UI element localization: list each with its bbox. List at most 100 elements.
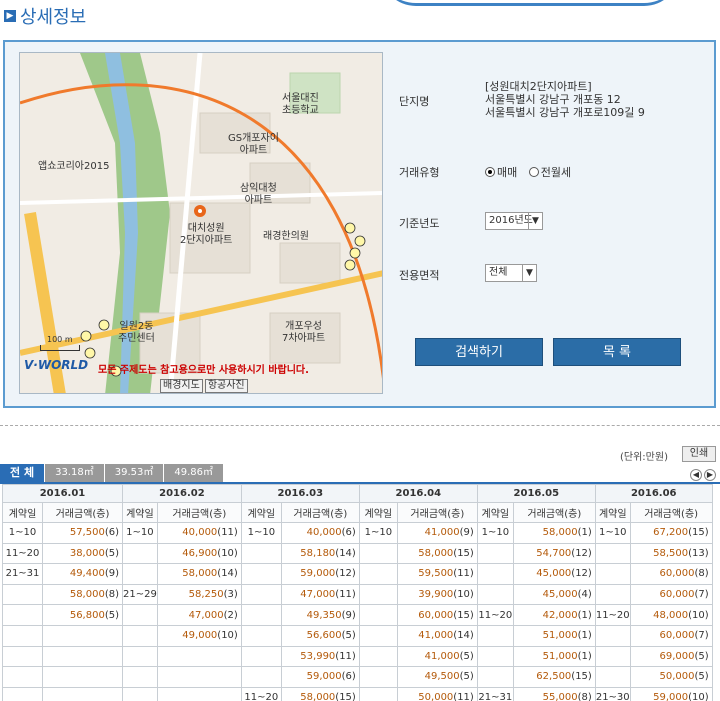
price-value: 50,000 (659, 671, 695, 683)
price-value: 49,500 (424, 671, 460, 683)
table-row: 49,000(10) 56,600(5) 41,000(14) 51,000(1) 60… (2, 624, 713, 647)
page-title: 상세정보 (20, 7, 87, 28)
area-select-value: 전체 (489, 267, 508, 278)
deal-amount: 60,000(15) (396, 604, 478, 626)
table-row: 1~10 57,500(6) 1~10 40,000(11) 1~10 40,000(6)… (2, 522, 713, 544)
price-value: 56,600 (306, 630, 342, 642)
deal-amount: 60,000(7) (629, 583, 713, 606)
map-label-gs: GS개포자이 아파트 (228, 133, 279, 156)
price-value: 59,000 (653, 692, 689, 701)
month-header: 2016.04 (358, 484, 478, 503)
deal-amount: 39,900(10) (396, 583, 478, 606)
search-button[interactable]: 검색하기 (415, 338, 543, 366)
contract-day (476, 666, 514, 688)
table-row: 11~20 38,000(5) 46,900(10) 58,180(14) 58,000… (2, 542, 713, 565)
complex-name-label: 단지명 (399, 95, 430, 108)
table-row: 59,000(6) 49,500(5) 62,500(15) 50,000(5) (2, 666, 713, 688)
floor-value: (4) (577, 589, 592, 601)
map-disclaimer: 모든 주제도는 참고용으로만 사용하시기 바랍니다. (98, 365, 309, 376)
price-value: 58,180 (300, 547, 336, 559)
day-header: 계약일 (476, 502, 514, 523)
deal-amount: 47,000(2) (156, 604, 242, 626)
map-label-ilwon: 일원2동 주민센터 (118, 321, 155, 344)
complex-name-value: [성원대치2단지아파트] 서울특별시 강남구 개포동 12 서울특별시 강남구 … (485, 80, 645, 119)
deal-amount: 41,000(14) (396, 624, 478, 647)
contract-day (240, 645, 282, 668)
price-value: 58,000 (300, 692, 336, 701)
contract-day (240, 624, 282, 647)
price-value: 40,000 (182, 527, 218, 539)
area-select[interactable]: 전체 ▼ (485, 264, 537, 282)
price-value: 41,000 (424, 527, 460, 539)
complex-address-line: 서울특별시 강남구 개포동 12 (485, 93, 621, 106)
radio-rent-label: 전월세 (540, 166, 572, 179)
map-view[interactable]: 서울대진 초등학교 GS개포자이 아파트 삼익대청 아파트 대치성원 2단지아파… (19, 52, 383, 394)
deal-amount: 60,000(8) (629, 563, 713, 585)
tab-33[interactable]: 33.18㎡ (45, 464, 104, 482)
list-button[interactable]: 목 록 (553, 338, 681, 366)
floor-value: (11) (335, 589, 356, 601)
deal-amount (42, 624, 123, 647)
day-header: 계약일 (358, 502, 398, 523)
info-panel: 서울대진 초등학교 GS개포자이 아파트 삼익대청 아파트 대치성원 2단지아파… (3, 40, 716, 408)
price-value: 40,000 (306, 527, 342, 539)
contract-day (594, 542, 631, 565)
floor-value: (7) (694, 589, 709, 601)
amount-header: 거래금액(층) (396, 502, 478, 523)
radio-sale[interactable] (485, 167, 495, 177)
contract-day (2, 666, 43, 688)
price-value: 45,000 (542, 589, 578, 601)
tab-all[interactable]: 전 체 (0, 464, 45, 482)
contract-day (122, 624, 158, 647)
deal-amount: 59,000(12) (280, 563, 360, 585)
contract-day (2, 645, 43, 668)
price-value: 53,990 (300, 650, 336, 662)
tab-39[interactable]: 39.53㎡ (104, 464, 164, 482)
contract-day (358, 563, 398, 585)
month-header: 2016.05 (476, 484, 596, 503)
contract-day (594, 666, 631, 688)
next-page-icon[interactable]: ▶ (704, 469, 716, 481)
contract-day (240, 666, 282, 688)
deal-amount (156, 645, 242, 668)
floor-value: (10) (453, 589, 474, 601)
floor-value: (9) (459, 527, 474, 539)
price-value: 67,200 (653, 527, 689, 539)
floor-value: (11) (453, 568, 474, 580)
price-value: 41,000 (424, 650, 460, 662)
price-value: 51,000 (542, 650, 578, 662)
print-button[interactable]: 인쇄 (682, 446, 716, 462)
floor-value: (8) (104, 589, 119, 601)
floor-value: (5) (694, 650, 709, 662)
complex-name-line: [성원대치2단지아파트] (485, 80, 592, 93)
prev-page-icon[interactable]: ◀ (690, 469, 702, 481)
contract-day: 1~10 (594, 522, 631, 544)
map-label-school: 서울대진 초등학교 (282, 93, 319, 116)
floor-value: (1) (577, 527, 592, 539)
price-value: 47,000 (188, 609, 224, 621)
contract-day (476, 542, 514, 565)
contract-day (122, 666, 158, 688)
radio-rent[interactable] (528, 167, 539, 177)
contract-day (476, 645, 514, 668)
year-select[interactable]: 2016년도 ▼ (485, 212, 543, 230)
table-row: 53,990(11) 41,000(5) 51,000(1) 69,000(5) (2, 645, 713, 668)
tab-49[interactable]: 49.86㎡ (164, 464, 223, 482)
floor-value: (5) (104, 547, 119, 559)
deal-amount: 41,000(5) (396, 645, 478, 668)
floor-value: (5) (459, 650, 474, 662)
deal-amount: 57,500(6) (42, 522, 123, 544)
base-map-button[interactable]: 배경지도 (160, 379, 203, 393)
contract-day: 1~10 (122, 522, 158, 544)
aerial-photo-button[interactable]: 항공사진 (204, 379, 248, 393)
floor-value: (7) (694, 630, 709, 642)
floor-value: (15) (453, 547, 474, 559)
contract-day (358, 604, 398, 626)
floor-value: (14) (217, 568, 238, 580)
map-label-apsho: 앱쇼코리아2015 (38, 161, 110, 172)
price-value: 45,000 (536, 568, 572, 580)
floor-value: (10) (688, 609, 709, 621)
deal-type-options: 매매 전월세 (485, 164, 571, 180)
area-label: 전용면적 (399, 269, 440, 282)
table-row: 21~31 49,400(9) 58,000(14) 59,000(12) 59,500… (2, 563, 713, 585)
